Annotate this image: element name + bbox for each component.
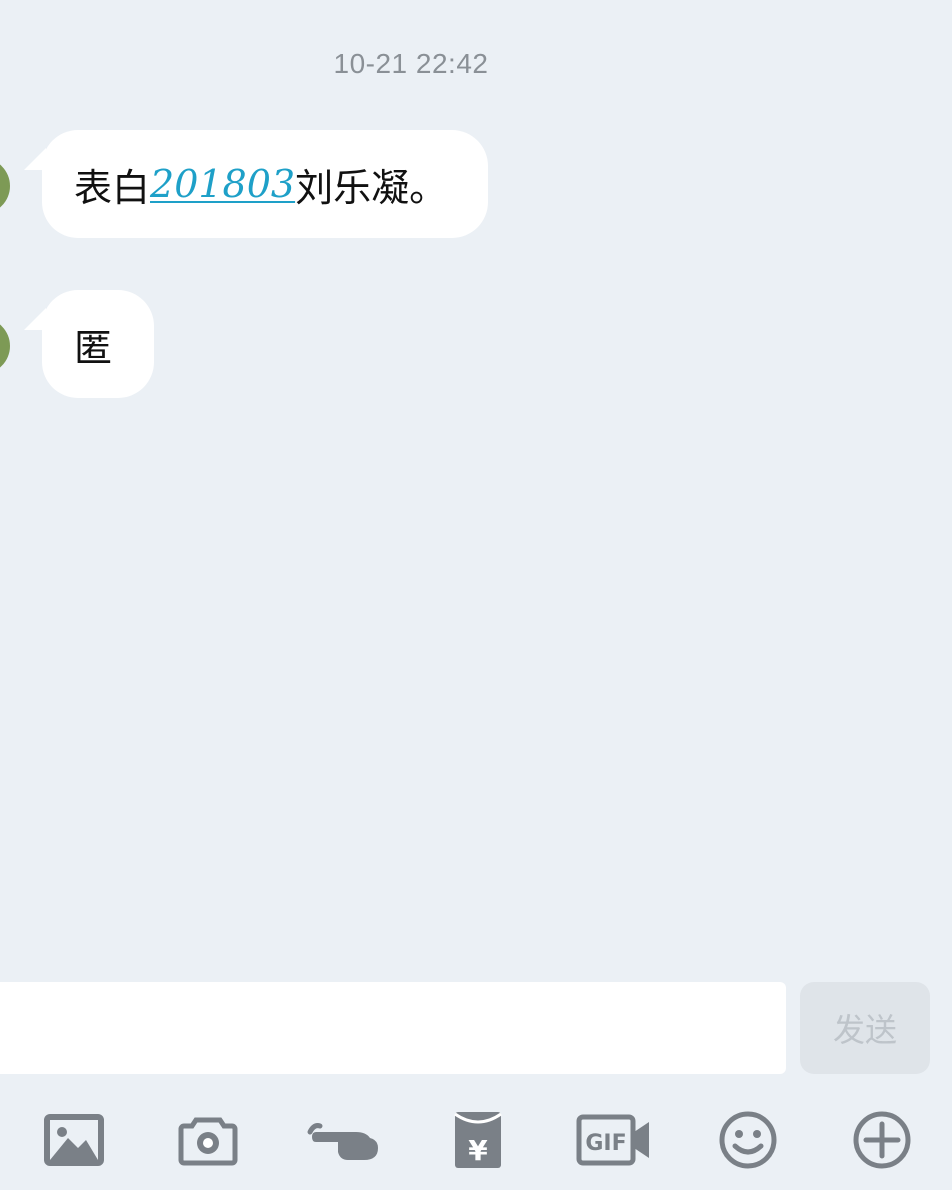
emoji-icon[interactable] [706,1098,790,1182]
toolbar: ¥ GIF [0,1098,952,1182]
message-text: 表白 [74,165,151,210]
message-bubble[interactable]: 表白 201803 刘乐凝。 [42,130,488,238]
plus-icon[interactable] [840,1098,924,1182]
poke-icon[interactable] [302,1098,386,1182]
message-text: 匿 [74,325,113,370]
message-input[interactable] [0,982,786,1074]
red-packet-icon[interactable]: ¥ [436,1098,520,1182]
timestamp: 10-21 22:42 [333,48,489,79]
red-packet-symbol: ¥ [468,1134,488,1167]
avatar[interactable] [0,158,10,214]
gif-label: GIF [585,1131,626,1156]
image-icon[interactable] [32,1098,116,1182]
message-bubble[interactable]: 匿 [42,290,154,398]
avatar[interactable] [0,318,10,374]
message-link[interactable]: 201803 [150,162,295,206]
gif-icon[interactable]: GIF [572,1098,656,1182]
message-text: 刘乐凝。 [295,165,448,210]
send-button[interactable]: 发送 [800,982,930,1074]
camera-icon[interactable] [166,1098,250,1182]
